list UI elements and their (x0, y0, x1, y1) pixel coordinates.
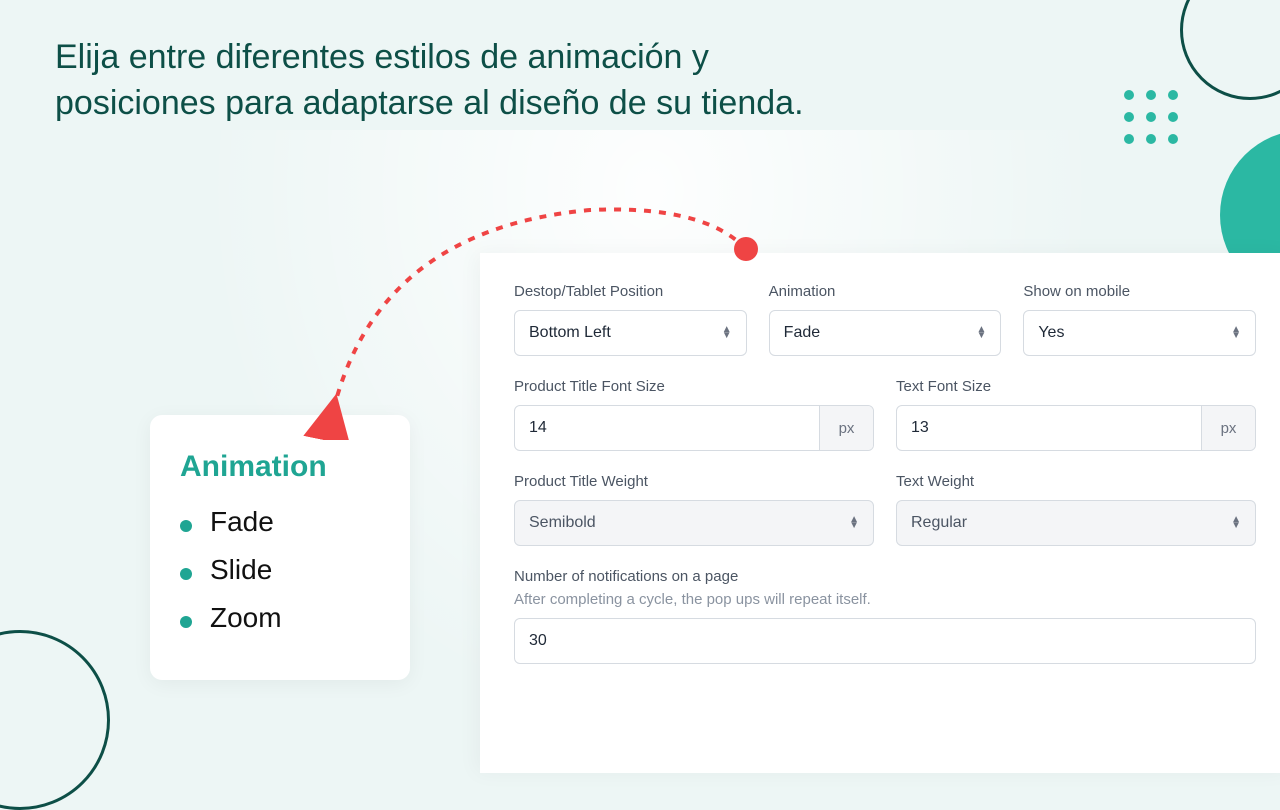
animation-card-title: Animation (180, 450, 380, 484)
unit-px: px (1201, 406, 1255, 450)
field-notifications-count: Number of notifications on a page After … (514, 568, 1256, 664)
select-text-weight[interactable]: Regular ▲▼ (896, 500, 1256, 546)
input-title-font-size-value: 14 (515, 406, 819, 450)
label-animation: Animation (769, 283, 1002, 300)
input-title-font-size[interactable]: 14 px (514, 405, 874, 451)
field-title-font-size: Product Title Font Size 14 px (514, 378, 874, 451)
select-show-mobile-value: Yes (1038, 324, 1064, 342)
settings-panel: Destop/Tablet Position Bottom Left ▲▼ An… (480, 253, 1280, 773)
input-text-font-size[interactable]: 13 px (896, 405, 1256, 451)
chevron-updown-icon: ▲▼ (1231, 517, 1241, 529)
label-notifications-count: Number of notifications on a page (514, 568, 1256, 585)
label-title-weight: Product Title Weight (514, 473, 874, 490)
field-show-mobile: Show on mobile Yes ▲▼ (1023, 283, 1256, 356)
field-position: Destop/Tablet Position Bottom Left ▲▼ (514, 283, 747, 356)
animation-option-slide: Slide (180, 554, 380, 586)
animation-option-zoom: Zoom (180, 602, 380, 634)
input-notifications-count[interactable]: 30 (514, 618, 1256, 664)
hint-notifications: After completing a cycle, the pop ups wi… (514, 591, 1256, 608)
chevron-updown-icon: ▲▼ (976, 327, 986, 339)
decoration-dot-grid (1124, 90, 1180, 146)
decoration-circle-top-right (1180, 0, 1280, 100)
animation-option-fade: Fade (180, 506, 380, 538)
label-position: Destop/Tablet Position (514, 283, 747, 300)
select-title-weight[interactable]: Semibold ▲▼ (514, 500, 874, 546)
select-animation[interactable]: Fade ▲▼ (769, 310, 1002, 356)
unit-px: px (819, 406, 873, 450)
label-show-mobile: Show on mobile (1023, 283, 1256, 300)
label-title-font-size: Product Title Font Size (514, 378, 874, 395)
label-text-weight: Text Weight (896, 473, 1256, 490)
field-text-font-size: Text Font Size 13 px (896, 378, 1256, 451)
chevron-updown-icon: ▲▼ (849, 517, 859, 529)
input-notifications-value: 30 (529, 632, 547, 650)
input-text-font-size-value: 13 (897, 406, 1201, 450)
animation-card: Animation Fade Slide Zoom (150, 415, 410, 680)
decoration-circle-bottom-left (0, 630, 110, 810)
select-text-weight-value: Regular (911, 514, 967, 532)
label-text-font-size: Text Font Size (896, 378, 1256, 395)
chevron-updown-icon: ▲▼ (722, 327, 732, 339)
headline: Elija entre diferentes estilos de animac… (55, 35, 875, 127)
select-animation-value: Fade (784, 324, 820, 342)
select-show-mobile[interactable]: Yes ▲▼ (1023, 310, 1256, 356)
select-title-weight-value: Semibold (529, 514, 596, 532)
select-position[interactable]: Bottom Left ▲▼ (514, 310, 747, 356)
chevron-updown-icon: ▲▼ (1231, 327, 1241, 339)
select-position-value: Bottom Left (529, 324, 611, 342)
field-text-weight: Text Weight Regular ▲▼ (896, 473, 1256, 546)
field-animation: Animation Fade ▲▼ (769, 283, 1002, 356)
field-title-weight: Product Title Weight Semibold ▲▼ (514, 473, 874, 546)
